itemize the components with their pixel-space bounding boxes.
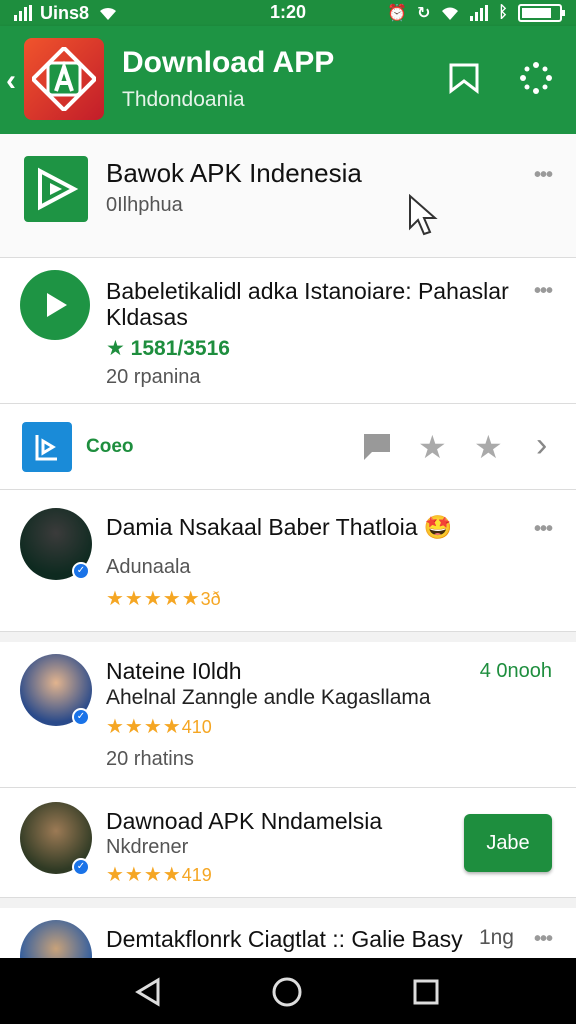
wifi-strength-icon — [442, 7, 459, 20]
green-star-icon: ★ — [106, 337, 125, 360]
featured-title: Babeletikalidl adka Istanoiare: Pahaslar — [106, 278, 509, 304]
rating-value: 410 — [181, 717, 212, 737]
item-subtitle: Nkdrener — [106, 836, 189, 858]
cell-signal-icon — [470, 5, 489, 21]
item-subtitle: Ahelnal Zanngle andle Kagasllama — [106, 686, 431, 709]
video-app-icon — [22, 422, 72, 472]
play-icon — [20, 270, 90, 340]
verified-icon: ✓ — [72, 708, 90, 726]
signal-icon — [14, 5, 32, 21]
app-logo — [24, 38, 104, 120]
rating-value: 419 — [181, 865, 212, 885]
star-rating: ★★★★410 — [106, 714, 212, 739]
strip-label[interactable]: Coeo — [86, 436, 134, 458]
starstruck-emoji: 🤩 — [423, 514, 453, 540]
app-title: Download APP — [122, 46, 335, 79]
install-button[interactable]: Jabe — [464, 814, 552, 872]
alarm-icon: ⏰ — [387, 5, 407, 22]
header-row[interactable]: Bawok APK Indenesia 0Ilhphua ••• — [0, 134, 576, 258]
item-title: Nateine I0ldh — [106, 658, 242, 684]
carrier-label: Uins8 — [40, 2, 90, 23]
wifi-icon — [100, 7, 117, 20]
flag-icon[interactable] — [360, 432, 392, 467]
play-badge-icon — [38, 167, 79, 211]
logo-mark-icon — [32, 47, 96, 111]
featured-rating-value: 1581/3516 — [130, 337, 230, 360]
cursor-icon — [409, 194, 438, 236]
featured-app-card[interactable]: Babeletikalidl adka Istanoiare: Pahaslar… — [0, 258, 576, 404]
back-icon[interactable] — [132, 976, 164, 1008]
item-reviews: 20 rhatins — [106, 748, 194, 770]
more-dots-icon[interactable] — [516, 58, 556, 98]
star-rating: ★★★★★3ð — [106, 586, 221, 611]
more-options-icon[interactable]: ••• — [534, 518, 553, 541]
list-item[interactable]: ✓ Dawnoad APK Nndamelsia Nkdrener ★★★★41… — [0, 788, 576, 898]
app-subtitle: Thdondoania — [122, 88, 245, 111]
item-title: Damia Nsakaal Baber Thatloia 🤩 — [106, 514, 453, 541]
home-icon[interactable] — [271, 976, 303, 1008]
featured-title-line2: Kldasas — [106, 304, 188, 330]
bookmark-icon[interactable] — [444, 58, 484, 98]
store-logo — [24, 156, 88, 222]
more-options-icon[interactable]: ••• — [534, 164, 553, 187]
item-right-text: 1ng — [478, 926, 514, 949]
more-options-icon[interactable]: ••• — [534, 928, 553, 951]
stars-glyphs: ★★★★ — [106, 716, 182, 738]
battery-icon — [518, 4, 565, 22]
rating-value: 3ð — [200, 589, 221, 609]
action-strip: Coeo ★ ★ › — [0, 404, 576, 490]
sync-icon: ↻ — [416, 5, 431, 22]
back-arrow-icon[interactable]: ‹ — [6, 64, 16, 98]
item-right-text: 4 0nooh — [479, 660, 552, 682]
header-subtitle: 0Ilhphua — [106, 194, 183, 216]
list-item[interactable]: ✓ Damia Nsakaal Baber Thatloia 🤩 Adunaal… — [0, 490, 576, 632]
verified-icon: ✓ — [72, 562, 90, 580]
status-bar: Uins8 1:20 ⏰ ↻ ᛒ — [0, 0, 576, 26]
chevron-right-icon[interactable]: › — [536, 426, 547, 465]
item-title: Demtakflonrk Ciagtlat :: Galie Basy — [106, 926, 463, 952]
status-right: ⏰ ↻ ᛒ — [387, 3, 565, 23]
header-title: Bawok APK Indenesia — [106, 158, 362, 188]
item-title-text: Damia Nsakaal Baber Thatloia — [106, 514, 418, 540]
app-bar: ‹ Download APP Thdondoania — [0, 26, 576, 134]
featured-reviews: 20 rpanina — [106, 366, 201, 388]
item-subtitle: Adunaala — [106, 556, 191, 578]
recents-icon[interactable] — [410, 976, 442, 1008]
list-item[interactable]: ✓ Nateine I0ldh 4 0nooh Ahelnal Zanngle … — [0, 632, 576, 788]
avatar — [20, 920, 92, 958]
status-left: Uins8 — [14, 3, 119, 24]
system-nav-bar — [0, 958, 576, 1024]
bluetooth-icon: ᛒ — [498, 4, 508, 21]
stars-glyphs: ★★★★★ — [106, 588, 201, 610]
verified-icon: ✓ — [72, 858, 90, 876]
star-icon[interactable]: ★ — [418, 428, 447, 466]
star-icon[interactable]: ★ — [474, 428, 503, 466]
stars-glyphs: ★★★★ — [106, 864, 182, 886]
star-rating: ★★★★419 — [106, 862, 212, 887]
item-title: Dawnoad APK Nndamelsia — [106, 808, 383, 834]
more-options-icon[interactable]: ••• — [534, 280, 553, 303]
featured-rating: ★ 1581/3516 — [106, 336, 230, 361]
list-item[interactable]: Demtakflonrk Ciagtlat :: Galie Basy 1ng … — [0, 898, 576, 958]
